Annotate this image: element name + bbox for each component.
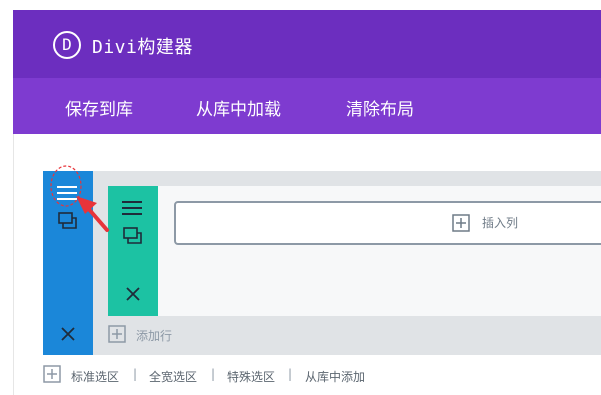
- insert-column-label: 插入列: [482, 216, 519, 230]
- row-settings-hamburger-icon[interactable]: [122, 200, 144, 216]
- add-section-plus-icon[interactable]: [43, 365, 61, 383]
- link-separator: |: [133, 367, 138, 381]
- save-to-library-button[interactable]: 保存到库: [65, 95, 133, 120]
- add-from-library-link[interactable]: 从库中添加: [305, 368, 365, 385]
- section-settings-hamburger-icon[interactable]: [57, 185, 79, 201]
- link-separator: |: [288, 367, 293, 381]
- row-duplicate-icon[interactable]: [123, 227, 143, 245]
- row-delete-close-icon[interactable]: [125, 286, 141, 302]
- standard-section-link[interactable]: 标准选区: [71, 368, 119, 385]
- row-handle[interactable]: [108, 186, 158, 316]
- divi-builder-page: D Divi构建器 保存到库 从库中加载 清除布局 插入列 添加行 标准选区 |…: [0, 0, 601, 395]
- plus-box-icon: [108, 325, 126, 343]
- load-from-library-button[interactable]: 从库中加载: [196, 95, 281, 120]
- clear-layout-button[interactable]: 清除布局: [346, 95, 414, 120]
- section-handle[interactable]: [43, 171, 93, 355]
- builder-title: Divi构建器: [92, 37, 193, 58]
- plus-box-icon: [452, 214, 470, 232]
- section-delete-close-icon[interactable]: [60, 326, 76, 342]
- add-row-label: 添加行: [136, 329, 173, 343]
- fullwidth-section-link[interactable]: 全宽选区: [149, 368, 197, 385]
- add-section-bar: 标准选区 | 全宽选区 | 特殊选区 | 从库中添加: [43, 364, 601, 386]
- section-duplicate-icon[interactable]: [58, 212, 78, 230]
- link-separator: |: [211, 367, 216, 381]
- specialty-section-link[interactable]: 特殊选区: [227, 368, 275, 385]
- builder-toolbar: 保存到库 从库中加载 清除布局: [13, 78, 601, 134]
- divi-logo: D: [53, 31, 81, 59]
- builder-header: D Divi构建器: [13, 10, 601, 78]
- insert-column-button[interactable]: 插入列: [174, 201, 601, 245]
